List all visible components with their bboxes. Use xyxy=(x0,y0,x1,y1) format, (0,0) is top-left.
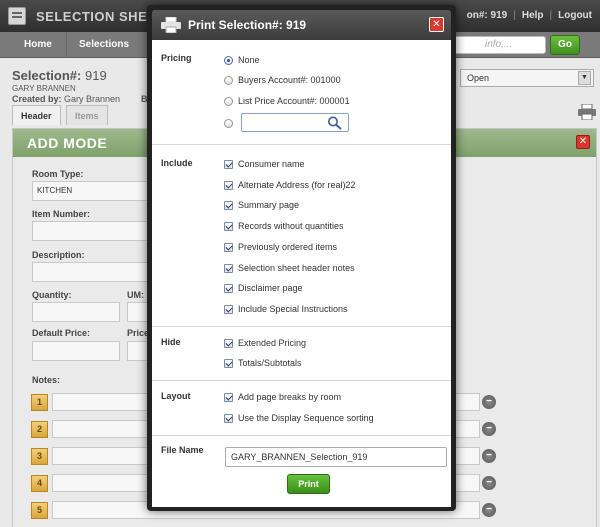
nav-selections[interactable]: Selections xyxy=(66,32,141,58)
dialog-title: Print Selection#: 919 xyxy=(188,18,307,32)
checkbox[interactable] xyxy=(224,222,233,231)
description-label: Description: xyxy=(32,250,85,260)
quantity-field[interactable] xyxy=(32,302,120,322)
pricing-label: Pricing xyxy=(161,53,192,63)
checkbox[interactable] xyxy=(224,181,233,190)
help-link[interactable]: Help xyxy=(522,10,544,21)
layout-label: Layout xyxy=(161,391,191,401)
hide-label: Hide xyxy=(161,337,181,347)
note-number: 4 xyxy=(31,475,48,492)
nav-home[interactable]: Home xyxy=(12,32,64,58)
item-number-field[interactable] xyxy=(32,221,157,241)
print-button[interactable]: Print xyxy=(287,474,330,494)
checkbox[interactable] xyxy=(224,160,233,169)
checkbox[interactable] xyxy=(224,201,233,210)
price-label: Price xyxy=(127,328,150,338)
close-icon[interactable]: ✕ xyxy=(576,135,590,149)
radio[interactable] xyxy=(224,97,233,106)
description-field[interactable] xyxy=(32,262,157,282)
notes-label: Notes: xyxy=(32,375,61,385)
item-number-label: Item Number: xyxy=(32,209,91,219)
nav-search-input[interactable]: info,... xyxy=(454,36,546,54)
room-type-label: Room Type: xyxy=(32,169,84,179)
remove-note-icon[interactable]: − xyxy=(482,476,496,490)
checkbox[interactable] xyxy=(224,284,233,293)
printer-icon[interactable] xyxy=(578,104,596,120)
tab-header[interactable]: Header xyxy=(12,105,61,125)
checkbox[interactable] xyxy=(224,359,233,368)
default-price-label: Default Price: xyxy=(32,328,91,338)
close-icon[interactable]: ✕ xyxy=(429,17,444,32)
checkbox[interactable] xyxy=(224,264,233,273)
search-icon[interactable] xyxy=(327,116,343,130)
checkbox[interactable] xyxy=(224,339,233,348)
checkbox[interactable] xyxy=(224,414,233,423)
printer-icon xyxy=(161,17,181,33)
selection-ref: on#: 919 xyxy=(466,10,508,21)
checkbox[interactable] xyxy=(224,305,233,314)
quantity-label: Quantity: xyxy=(32,290,72,300)
file-name-label: File Name xyxy=(161,445,204,455)
top-links: on#: 919 | Help | Logout xyxy=(466,10,592,21)
file-name-input[interactable]: GARY_BRANNEN_Selection_919 xyxy=(225,447,447,467)
customer-name: GARY BRANNEN xyxy=(12,84,76,93)
tab-items[interactable]: Items xyxy=(66,105,108,125)
include-label: Include xyxy=(161,158,193,168)
go-button[interactable]: Go xyxy=(550,35,580,55)
note-number: 5 xyxy=(31,502,48,519)
print-dialog: Print Selection#: 919 ✕ Pricing None Buy… xyxy=(147,5,456,511)
default-price-field[interactable] xyxy=(32,341,120,361)
created-by: Created by: Gary Brannen xyxy=(12,94,121,104)
radio[interactable] xyxy=(224,119,233,128)
logout-link[interactable]: Logout xyxy=(558,10,592,21)
note-number: 2 xyxy=(31,421,48,438)
account-search-input[interactable] xyxy=(241,113,349,132)
um-label: UM: xyxy=(127,290,144,300)
chevron-down-icon: ▼ xyxy=(578,71,591,85)
remove-note-icon[interactable]: − xyxy=(482,449,496,463)
remove-note-icon[interactable]: − xyxy=(482,422,496,436)
remove-note-icon[interactable]: − xyxy=(482,503,496,517)
status-select[interactable]: Open ▼ xyxy=(460,69,594,87)
radio[interactable] xyxy=(224,76,233,85)
note-number: 1 xyxy=(31,394,48,411)
dialog-header: Print Selection#: 919 ✕ xyxy=(152,10,451,40)
divider xyxy=(152,380,451,381)
checkbox[interactable] xyxy=(224,393,233,402)
dialog-body: Pricing None Buyers Account#: 001000 Lis… xyxy=(152,40,451,507)
note-number: 3 xyxy=(31,448,48,465)
app-logo-icon xyxy=(8,7,26,25)
panel-title: ADD MODE xyxy=(27,135,108,151)
checkbox[interactable] xyxy=(224,243,233,252)
room-type-field[interactable]: KITCHEN xyxy=(32,181,157,201)
divider xyxy=(152,144,451,145)
divider xyxy=(152,435,451,436)
remove-note-icon[interactable]: − xyxy=(482,395,496,409)
divider xyxy=(152,326,451,327)
radio-selected[interactable] xyxy=(224,56,233,65)
selection-title: Selection#: 919 xyxy=(12,68,107,83)
